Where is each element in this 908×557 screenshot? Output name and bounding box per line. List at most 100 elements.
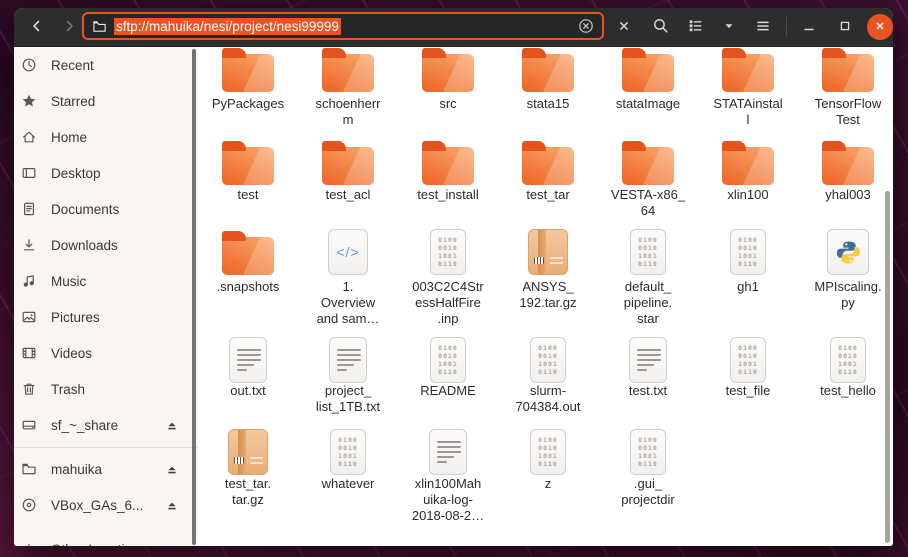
file-item[interactable]: STATAinstal l xyxy=(698,48,798,128)
file-item[interactable]: 0100 0010 1001 0110 .gui_ projectdir xyxy=(598,429,698,524)
file-item[interactable]: 0100 0010 1001 0110 test_hello xyxy=(798,337,893,415)
maximize-button[interactable] xyxy=(830,12,860,42)
video-icon xyxy=(20,345,38,361)
file-icon-box xyxy=(422,48,474,92)
sidebar-item-pictures[interactable]: Pictures xyxy=(14,299,198,335)
close-location-bar-button[interactable] xyxy=(609,12,639,42)
forward-button[interactable] xyxy=(54,12,84,42)
file-item[interactable]: 0100 0010 1001 0110 z xyxy=(498,429,598,524)
file-item[interactable]: 0100 0010 1001 0110 003C2C4Str essHalfFire .… xyxy=(398,229,498,327)
file-item[interactable]: stata15 xyxy=(498,48,598,128)
sidebar-item-recent[interactable]: Recent xyxy=(14,47,198,83)
sidebar-item-other-locations[interactable]: Other Locations xyxy=(14,531,198,546)
search-button[interactable] xyxy=(645,12,675,42)
download-icon xyxy=(20,237,38,253)
file-item[interactable]: 0100 0010 1001 0110 README xyxy=(398,337,498,415)
close-window-button[interactable] xyxy=(867,14,893,40)
binary-file-icon: 0100 0010 1001 0110 xyxy=(630,429,666,475)
file-item[interactable]: stataImage xyxy=(598,48,698,128)
desktop-background: sftp://mahuika/nesi/project/nesi99999 Re… xyxy=(0,0,908,557)
picture-icon xyxy=(20,309,38,325)
file-item[interactable]: xlin100 xyxy=(698,141,798,219)
minimize-button[interactable] xyxy=(794,12,824,42)
sidebar-item-trash[interactable]: Trash xyxy=(14,371,198,407)
sidebar-item-mahuika[interactable]: mahuika xyxy=(14,451,198,487)
music-icon xyxy=(20,273,38,289)
content-scrollbar[interactable] xyxy=(885,191,890,543)
file-icon-box xyxy=(329,337,367,383)
address-bar[interactable]: sftp://mahuika/nesi/project/nesi99999 xyxy=(82,12,604,40)
file-icon-box xyxy=(322,141,374,185)
sidebar-item-vbox-gas-6-[interactable]: VBox_GAs_6... xyxy=(14,487,198,523)
binary-file-icon: 0100 0010 1001 0110 xyxy=(430,337,466,383)
file-icon-box xyxy=(229,337,267,383)
sidebar-item-desktop[interactable]: Desktop xyxy=(14,155,198,191)
menu-button[interactable] xyxy=(748,12,778,42)
eject-icon[interactable] xyxy=(166,419,178,431)
back-button[interactable] xyxy=(22,12,52,42)
file-item[interactable]: VESTA-x86_ 64 xyxy=(598,141,698,219)
folder-icon xyxy=(322,141,374,185)
file-item[interactable]: yhal003 xyxy=(798,141,893,219)
search-icon xyxy=(652,17,669,37)
sidebar-item-videos[interactable]: Videos xyxy=(14,335,198,371)
sidebar-item-home[interactable]: Home xyxy=(14,119,198,155)
file-icon-box xyxy=(622,141,674,185)
eject-icon[interactable] xyxy=(166,463,178,475)
file-item[interactable]: 0100 0010 1001 0110 gh1 xyxy=(698,229,798,327)
file-label: VESTA-x86_ 64 xyxy=(610,187,686,218)
file-item[interactable]: TensorFlow Test xyxy=(798,48,893,128)
sidebar-item-music[interactable]: Music xyxy=(14,263,198,299)
file-item[interactable]: test_install xyxy=(398,141,498,219)
sidebar-item-starred[interactable]: Starred xyxy=(14,83,198,119)
folder-icon xyxy=(622,48,674,92)
file-item[interactable]: 0100 0010 1001 0110 whatever xyxy=(298,429,398,524)
sidebar-item-documents[interactable]: Documents xyxy=(14,191,198,227)
binary-file-icon: 0100 0010 1001 0110 xyxy=(730,229,766,275)
file-item[interactable]: MPIscaling. py xyxy=(798,229,893,327)
address-text[interactable]: sftp://mahuika/nesi/project/nesi99999 xyxy=(114,17,341,35)
file-icon-box xyxy=(822,48,874,92)
file-item[interactable]: test.txt xyxy=(598,337,698,415)
file-item[interactable]: PyPackages xyxy=(198,48,298,128)
eject-icon[interactable] xyxy=(166,499,178,511)
file-item[interactable]: ANSYS_ 192.tar.gz xyxy=(498,229,598,327)
file-item[interactable]: test_tar. tar.gz xyxy=(198,429,298,524)
file-icon-box: 0100 0010 1001 0110 xyxy=(730,337,766,383)
file-item[interactable]: 0100 0010 1001 0110 default_ pipeline. star xyxy=(598,229,698,327)
sidebar-scrollbar[interactable] xyxy=(192,49,196,545)
file-item[interactable]: test_tar xyxy=(498,141,598,219)
file-icon-box xyxy=(222,229,274,275)
file-item[interactable]: project_ list_1TB.txt xyxy=(298,337,398,415)
sidebar-item-downloads[interactable]: Downloads xyxy=(14,227,198,263)
clear-address-icon[interactable] xyxy=(578,18,594,34)
file-icon-box xyxy=(522,141,574,185)
file-icon-box xyxy=(629,337,667,383)
sidebar-item-sf-share[interactable]: sf_~_share xyxy=(14,407,198,443)
view-list-button[interactable] xyxy=(680,12,710,42)
file-icon-box xyxy=(222,48,274,92)
file-grid-row: out.txt project_ list_1TB.txt 0100 0010 1001… xyxy=(198,337,893,415)
file-item[interactable]: </> 1. Overview and sam… xyxy=(298,229,398,327)
file-item[interactable]: 0100 0010 1001 0110 slurm- 704384.out xyxy=(498,337,598,415)
binary-file-icon: 0100 0010 1001 0110 xyxy=(630,229,666,275)
file-item[interactable]: .snapshots xyxy=(198,229,298,327)
folder-icon xyxy=(722,141,774,185)
folder-outline-icon xyxy=(92,19,107,34)
file-item[interactable]: test_acl xyxy=(298,141,398,219)
file-icon-box xyxy=(522,48,574,92)
x-icon xyxy=(616,18,632,37)
file-label: .gui_ projectdir xyxy=(621,476,675,507)
file-label: xlin100 xyxy=(727,187,769,202)
file-item[interactable]: out.txt xyxy=(198,337,298,415)
sidebar: Recent Starred Home Desktop Documents Downloa… xyxy=(14,47,198,546)
view-options-button[interactable] xyxy=(714,12,744,42)
file-item[interactable]: src xyxy=(398,48,498,128)
binary-file-icon: 0100 0010 1001 0110 xyxy=(830,337,866,383)
file-label: test xyxy=(237,187,259,202)
file-item[interactable]: 0100 0010 1001 0110 test_file xyxy=(698,337,798,415)
file-item[interactable]: schoenherr m xyxy=(298,48,398,128)
file-item[interactable]: test xyxy=(198,141,298,219)
file-icon-box: 0100 0010 1001 0110 xyxy=(530,337,566,383)
file-item[interactable]: xlin100Mah uika-log- 2018-08-2… xyxy=(398,429,498,524)
